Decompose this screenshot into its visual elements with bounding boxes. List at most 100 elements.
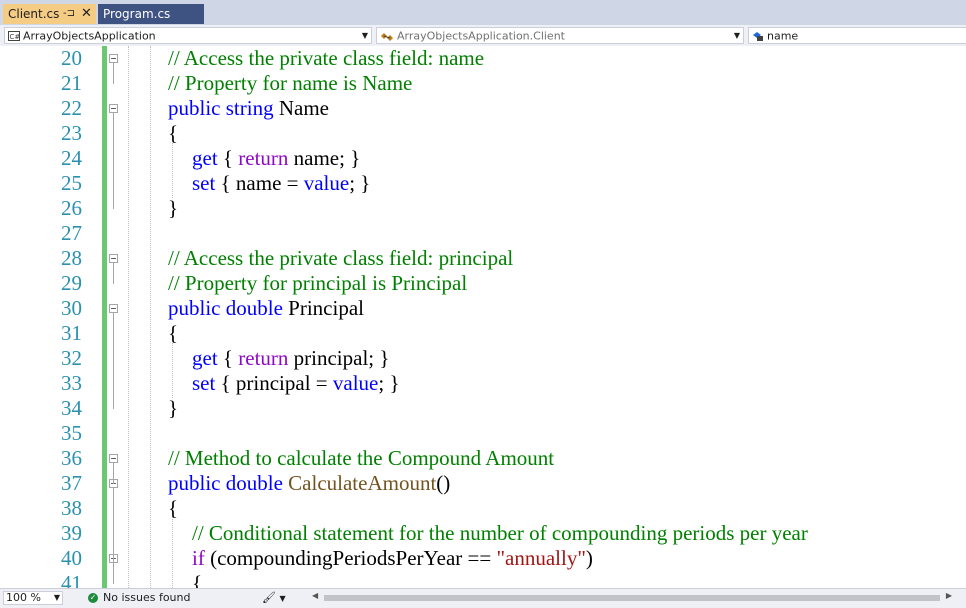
brush-icon: 🖌 [262, 591, 276, 604]
code-editor[interactable]: 20 // Access the private class field: nam… [0, 46, 966, 588]
code-token: set [192, 171, 216, 195]
code-line[interactable]: 28 // Access the private class field: pri… [0, 246, 966, 271]
project-dropdown[interactable]: C# ArrayObjectsApplication ▼ [4, 27, 372, 44]
code-text: { [168, 496, 178, 521]
collapse-toggle-icon[interactable] [109, 254, 118, 263]
tab-client-cs[interactable]: Client.cs -⊐ ✕ [3, 4, 96, 24]
document-tab-bar: Client.cs -⊐ ✕ Program.cs [0, 0, 966, 25]
line-number: 27 [61, 221, 82, 245]
code-line[interactable]: 35 [0, 421, 966, 446]
line-number: 22 [61, 96, 82, 120]
line-number: 28 [61, 246, 82, 270]
line-number: 37 [61, 471, 82, 495]
code-line[interactable]: 30 public double Principal [0, 296, 966, 321]
code-line[interactable]: 33 set { principal = value; } [0, 371, 966, 396]
code-cleanup-button[interactable]: 🖌 ▼ [262, 591, 286, 606]
code-line[interactable]: 40 if (compoundingPeriodsPerYear == "annu… [0, 546, 966, 571]
code-text: } [168, 196, 178, 221]
issues-text: No issues found [103, 591, 191, 604]
code-token: // Property for name is Name [168, 71, 413, 95]
code-token: { principal = [215, 371, 333, 395]
code-token: name; } [288, 146, 361, 170]
line-number: 24 [61, 146, 82, 170]
collapse-toggle-icon[interactable] [109, 54, 118, 63]
scroll-left-icon[interactable]: ◀ [312, 591, 318, 600]
code-line[interactable]: 23 { [0, 121, 966, 146]
code-line[interactable]: 21 // Property for name is Name [0, 71, 966, 96]
pin-icon[interactable]: -⊐ [63, 4, 75, 24]
tab-program-cs[interactable]: Program.cs [98, 4, 204, 24]
code-line[interactable]: 25 set { name = value; } [0, 171, 966, 196]
code-text: } [168, 396, 178, 421]
code-token: { [168, 496, 179, 520]
code-line[interactable]: 39 // Conditional statement for the numbe… [0, 521, 966, 546]
navigation-bar: C# ArrayObjectsApplication ▼ ArrayObject… [0, 25, 966, 47]
collapse-toggle-icon[interactable] [109, 454, 118, 463]
code-token: double [225, 471, 283, 495]
code-token: } [168, 196, 179, 220]
collapse-toggle-icon[interactable] [109, 104, 118, 113]
line-number: 32 [61, 346, 82, 370]
code-token: set [192, 371, 216, 395]
code-token: value [332, 371, 379, 395]
code-text: // Conditional statement for the number … [192, 521, 808, 546]
code-line[interactable]: 37 public double CalculateAmount() [0, 471, 966, 496]
code-line[interactable]: 26} [0, 196, 966, 221]
code-token: // Access the private class field: name [168, 46, 485, 70]
code-token: { [168, 321, 179, 345]
scrollbar-thumb[interactable] [324, 595, 940, 601]
issues-indicator[interactable]: ✓ No issues found [88, 589, 190, 607]
code-token: { [217, 146, 239, 170]
zoom-dropdown[interactable]: 100 % ▼ [3, 591, 63, 605]
code-token: get [192, 346, 218, 370]
member-name: name [767, 29, 799, 43]
line-number: 31 [61, 321, 82, 345]
code-token: public [168, 471, 221, 495]
code-text: // Property for principal is Principal [168, 271, 467, 296]
chevron-down-icon: ▼ [361, 31, 368, 40]
code-token: return [238, 346, 289, 370]
code-token: ; } [349, 171, 371, 195]
code-line[interactable]: 29 // Property for principal is Principal [0, 271, 966, 296]
line-number: 38 [61, 496, 82, 520]
chevron-down-icon: ▼ [279, 594, 286, 603]
code-token: principal; } [288, 346, 390, 370]
collapse-toggle-icon[interactable] [109, 304, 118, 313]
line-number: 26 [61, 196, 82, 220]
code-line[interactable]: 32 get { return principal; } [0, 346, 966, 371]
code-line[interactable]: 20 // Access the private class field: nam… [0, 46, 966, 71]
editor-status-bar: 100 % ▼ ✓ No issues found 🖌 ▼ ◀ ▶ [0, 588, 966, 608]
scroll-right-icon[interactable]: ▶ [946, 591, 952, 600]
line-number: 40 [61, 546, 82, 570]
line-number: 25 [61, 171, 82, 195]
code-text: { [192, 571, 202, 588]
code-token: Principal [282, 296, 364, 320]
code-token: "annually" [496, 546, 586, 570]
line-number: 21 [61, 71, 82, 95]
code-text: // Access the private class field: name [168, 46, 484, 71]
line-number: 30 [61, 296, 82, 320]
code-token: value [303, 171, 350, 195]
code-text: // Access the private class field: princ… [168, 246, 513, 271]
code-line[interactable]: 27 [0, 221, 966, 246]
code-line[interactable]: 22 public string Name [0, 96, 966, 121]
class-dropdown[interactable]: ArrayObjectsApplication.Client ▼ [376, 27, 744, 44]
horizontal-scrollbar[interactable]: ◀ ▶ [312, 591, 952, 603]
close-icon[interactable]: ✕ [81, 4, 92, 24]
code-token: string [225, 96, 274, 120]
code-text: set { principal = value; } [192, 371, 400, 396]
code-line[interactable]: 31 { [0, 321, 966, 346]
code-line[interactable]: 36 // Method to calculate the Compound Am… [0, 446, 966, 471]
code-token: { [217, 346, 239, 370]
code-token: public [168, 296, 221, 320]
member-dropdown[interactable]: name [748, 27, 966, 44]
code-token: if [192, 546, 205, 570]
code-line[interactable]: 34} [0, 396, 966, 421]
code-line[interactable]: 41 { [0, 571, 966, 588]
code-token: get [192, 146, 218, 170]
code-text: get { return name; } [192, 146, 360, 171]
code-line[interactable]: 24 get { return name; } [0, 146, 966, 171]
outline-connector [113, 63, 114, 84]
code-line[interactable]: 38 { [0, 496, 966, 521]
line-number: 20 [61, 46, 82, 70]
